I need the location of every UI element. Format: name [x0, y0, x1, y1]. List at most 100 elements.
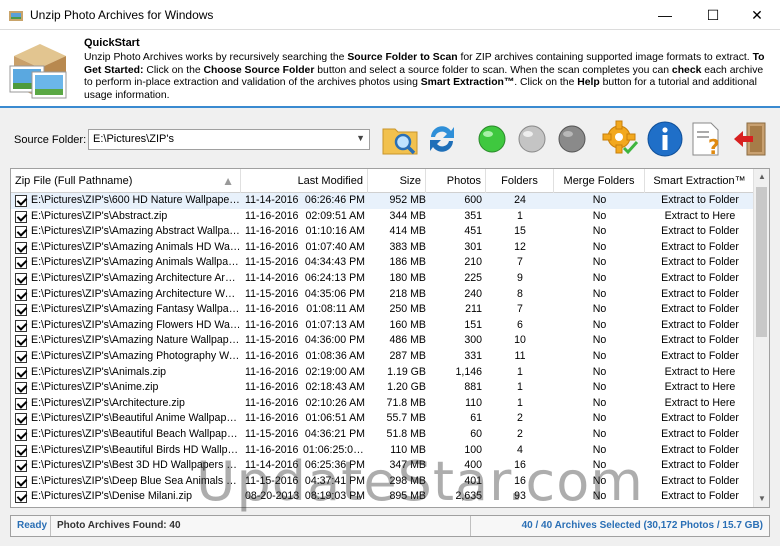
- cell-photos: 400: [464, 459, 482, 472]
- status-state: Ready: [11, 516, 51, 536]
- cell-date: 11-16-2016: [245, 303, 299, 316]
- cell-date: 11-16-2016: [245, 396, 299, 409]
- row-checkbox[interactable]: [15, 304, 27, 317]
- sort-up-icon: ▲: [222, 174, 234, 188]
- cell-size: 250 MB: [389, 303, 426, 316]
- row-checkbox[interactable]: [15, 366, 27, 379]
- cell-size: 486 MB: [389, 334, 426, 347]
- help-button[interactable]: ?: [686, 119, 726, 159]
- table-row[interactable]: E:\Pictures\ZIP's\Beautiful Birds HD Wal…: [11, 443, 755, 459]
- table-row[interactable]: E:\Pictures\ZIP's\Amazing Animals HD Wal…: [11, 240, 755, 256]
- cell-time: 01:08:11 AM: [306, 303, 365, 316]
- table-row[interactable]: E:\Pictures\ZIP's\Amazing Fantasy Wallpa…: [11, 302, 755, 318]
- cell-size: 1.19 GB: [387, 365, 426, 378]
- scroll-down-icon[interactable]: ▼: [754, 491, 769, 507]
- row-checkbox[interactable]: [15, 444, 27, 457]
- column-header-smart-extraction[interactable]: Smart Extraction™: [645, 169, 755, 193]
- row-checkbox[interactable]: [15, 397, 27, 410]
- cell-size: 180 MB: [389, 272, 426, 284]
- cell-size: 71.8 MB: [386, 396, 426, 409]
- row-checkbox[interactable]: [15, 382, 27, 395]
- table-row[interactable]: E:\Pictures\ZIP's\Amazing Abstract Wallp…: [11, 224, 755, 240]
- row-checkbox[interactable]: [15, 319, 27, 332]
- cell-folders: 15: [514, 225, 526, 238]
- table-row[interactable]: E:\Pictures\ZIP's\Amazing Nature Wallpap…: [11, 333, 755, 349]
- table-row[interactable]: E:\Pictures\ZIP's\Denise Milani.zip 08-20…: [11, 489, 755, 505]
- row-checkbox[interactable]: [15, 226, 27, 239]
- cell-photos: 151: [464, 318, 482, 331]
- settings-button[interactable]: [601, 119, 641, 159]
- cell-merge-folders: No: [592, 474, 607, 487]
- table-row[interactable]: E:\Pictures\ZIP's\Amazing Flowers HD Wal…: [11, 318, 755, 334]
- cell-smart-extraction: Extract to Folder: [661, 474, 739, 487]
- column-header-last-modified[interactable]: Last Modified: [241, 169, 368, 193]
- table-row[interactable]: E:\Pictures\ZIP's\Animals.zip 11-16-2016 0…: [11, 365, 755, 381]
- info-button[interactable]: [645, 119, 685, 159]
- column-header-photos[interactable]: Photos: [426, 169, 486, 193]
- row-checkbox[interactable]: [15, 257, 27, 270]
- table-row[interactable]: E:\Pictures\ZIP's\Best 3D HD Wallpapers …: [11, 458, 755, 474]
- cell-size: 952 MB: [389, 194, 426, 206]
- cell-path: E:\Pictures\ZIP's\Abstract.zip: [31, 209, 168, 222]
- source-folder-select[interactable]: E:\Pictures\ZIP's ▼: [88, 129, 370, 150]
- table-row[interactable]: E:\Pictures\ZIP's\Amazing Architecture W…: [11, 287, 755, 303]
- row-checkbox[interactable]: [15, 288, 27, 301]
- green-status-button[interactable]: [472, 119, 512, 159]
- cell-smart-extraction: Extract to Folder: [661, 443, 739, 456]
- folder-search-button[interactable]: [380, 119, 420, 159]
- row-checkbox[interactable]: [15, 351, 27, 363]
- cell-path: E:\Pictures\ZIP's\Architecture.zip: [31, 396, 185, 409]
- cell-folders: 2: [517, 412, 523, 425]
- close-button[interactable]: ✕: [734, 0, 780, 30]
- table-row[interactable]: E:\Pictures\ZIP's\Anime.zip 11-16-2016 02:…: [11, 380, 755, 396]
- cell-photos: 61: [470, 412, 482, 425]
- gray-status-button[interactable]: [512, 119, 552, 159]
- cell-smart-extraction: Extract to Folder: [661, 287, 739, 300]
- vertical-scrollbar[interactable]: ▲ ▼: [753, 169, 769, 507]
- table-row[interactable]: E:\Pictures\ZIP's\Abstract.zip 11-16-2016…: [11, 209, 755, 225]
- column-header-merge-folders[interactable]: Merge Folders: [554, 169, 645, 193]
- cell-folders: 1: [517, 396, 523, 409]
- cell-size: 51.8 MB: [386, 428, 426, 440]
- maximize-button[interactable]: ☐: [690, 0, 736, 30]
- cell-smart-extraction: Extract to Here: [664, 381, 736, 394]
- table-row[interactable]: E:\Pictures\ZIP's\Amazing Photography Wa…: [11, 349, 755, 365]
- archive-table[interactable]: Zip File (Full Pathname) ▲ Last Modified…: [10, 168, 770, 508]
- table-row[interactable]: E:\Pictures\ZIP's\Amazing Architecture A…: [11, 271, 755, 287]
- cell-photos: 351: [464, 209, 482, 222]
- cell-merge-folders: No: [592, 459, 607, 472]
- exit-button[interactable]: [730, 119, 770, 159]
- column-header-folders[interactable]: Folders: [486, 169, 554, 193]
- table-row[interactable]: E:\Pictures\ZIP's\600 HD Nature Wallpape…: [11, 193, 755, 209]
- cell-size: 414 MB: [389, 225, 426, 238]
- cell-path: E:\Pictures\ZIP's\Beautiful Beach Wallpa…: [31, 428, 241, 440]
- table-row[interactable]: E:\Pictures\ZIP's\Architecture.zip 11-16-…: [11, 396, 755, 412]
- column-header-zip-file[interactable]: Zip File (Full Pathname) ▲: [11, 169, 241, 193]
- table-row[interactable]: E:\Pictures\ZIP's\Amazing Animals Wallpa…: [11, 255, 755, 271]
- cell-folders: 9: [517, 272, 523, 284]
- dark-gray-status-button[interactable]: [552, 119, 592, 159]
- scroll-up-icon[interactable]: ▲: [754, 169, 769, 185]
- table-row[interactable]: E:\Pictures\ZIP's\Beautiful Beach Wallpa…: [11, 427, 755, 443]
- table-row[interactable]: E:\Pictures\ZIP's\Beautiful Anime Wallpa…: [11, 411, 755, 427]
- row-checkbox[interactable]: [15, 491, 27, 504]
- refresh-button[interactable]: [422, 119, 462, 159]
- row-checkbox[interactable]: [15, 475, 27, 488]
- cell-path: E:\Pictures\ZIP's\Amazing Animals Wallpa…: [31, 256, 241, 269]
- row-checkbox[interactable]: [15, 335, 27, 348]
- row-checkbox[interactable]: [15, 241, 27, 254]
- row-checkbox[interactable]: [15, 460, 27, 473]
- row-checkbox[interactable]: [15, 413, 27, 426]
- row-checkbox[interactable]: [15, 195, 27, 207]
- exit-icon: [734, 122, 766, 156]
- cell-folders: 1: [517, 365, 523, 378]
- row-checkbox[interactable]: [15, 273, 27, 285]
- info-icon: [647, 121, 683, 157]
- table-row[interactable]: E:\Pictures\ZIP's\Deep Blue Sea Animals …: [11, 474, 755, 490]
- row-checkbox[interactable]: [15, 210, 27, 223]
- row-checkbox[interactable]: [15, 429, 27, 441]
- cell-merge-folders: No: [592, 428, 607, 440]
- minimize-button[interactable]: —: [642, 0, 688, 30]
- scrollbar-thumb[interactable]: [756, 187, 767, 337]
- column-header-size[interactable]: Size: [368, 169, 426, 193]
